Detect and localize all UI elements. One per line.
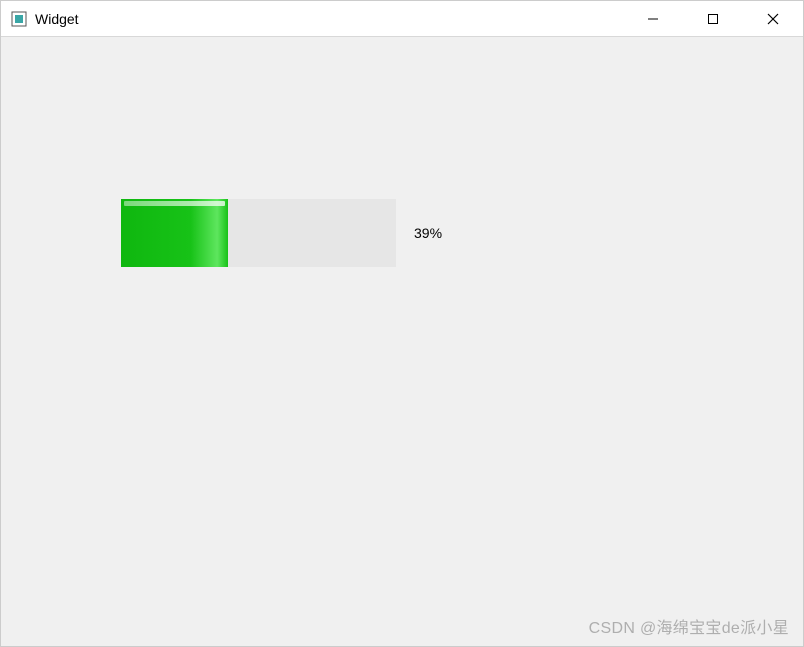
minimize-button[interactable] [623, 1, 683, 36]
progress-fill [121, 199, 228, 267]
app-icon [11, 11, 27, 27]
progress-percent-label: 39% [414, 225, 442, 241]
watermark: CSDN @海绵宝宝de派小星 [589, 614, 789, 638]
client-area: 39% CSDN @海绵宝宝de派小星 [1, 37, 803, 646]
window-title: Widget [35, 11, 79, 27]
window: Widget 39% CSDN @海绵宝宝de派小星 [0, 0, 804, 647]
maximize-button[interactable] [683, 1, 743, 36]
close-button[interactable] [743, 1, 803, 36]
progress-bar [121, 199, 396, 267]
titlebar-left: Widget [11, 11, 79, 27]
titlebar[interactable]: Widget [1, 1, 803, 37]
titlebar-controls [623, 1, 803, 36]
progress-row: 39% [121, 199, 442, 267]
